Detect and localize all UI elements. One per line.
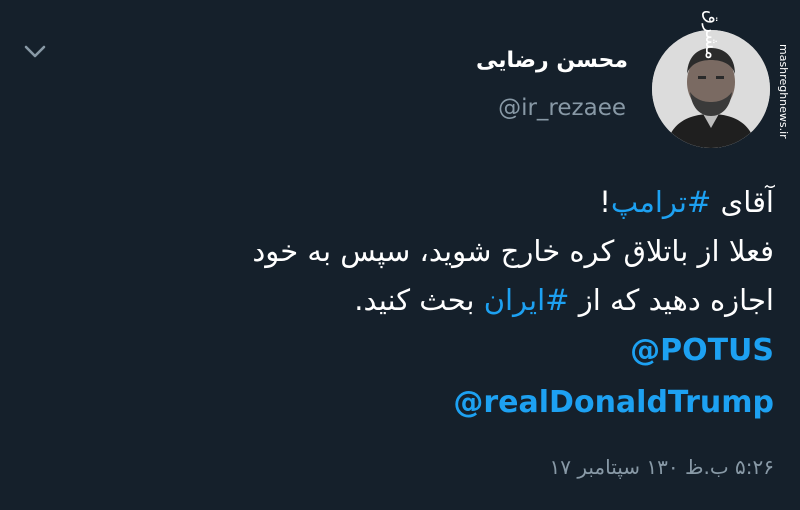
- watermark-brand: مشرق: [701, 10, 722, 60]
- mention-link-potus[interactable]: @POTUS: [24, 325, 774, 377]
- tweet-timestamp[interactable]: ۵:۲۶ ب.ظ ۱۳۰ سپتامبر ۱۷: [549, 455, 774, 479]
- author-handle[interactable]: @ir_rezaee: [498, 95, 626, 121]
- hashtag-link-trump[interactable]: #ترامپ: [611, 185, 711, 219]
- tweet-text-segment: اجازه دهید که از: [569, 283, 774, 317]
- tweet-text-segment: !: [599, 185, 611, 219]
- mention-link-realdonaldtrump[interactable]: @realDonaldTrump: [24, 377, 774, 429]
- tweet-text-segment: بحث کنید.: [354, 283, 484, 317]
- tweet-line-2: فعلا از باتلاق کره خارج شوید، سپس به خود: [252, 234, 774, 268]
- tweet-text-segment: آقای: [711, 185, 774, 219]
- tweet-line-1: آقای #ترامپ!: [24, 178, 774, 227]
- chevron-down-icon[interactable]: [22, 38, 48, 64]
- tweet-text: آقای #ترامپ! فعلا از باتلاق کره خارج شوی…: [24, 178, 774, 429]
- watermark-site: mashreghnews.ir: [777, 44, 790, 139]
- tweet-line-3: اجازه دهید که از #ایران بحث کنید.: [24, 276, 774, 325]
- author-name[interactable]: محسن رضایی: [476, 48, 628, 73]
- hashtag-link-iran[interactable]: #ایران: [484, 283, 570, 317]
- tweet-card: مشرق mashreghnews.ir محسن رضایی @ir_reza…: [0, 0, 800, 510]
